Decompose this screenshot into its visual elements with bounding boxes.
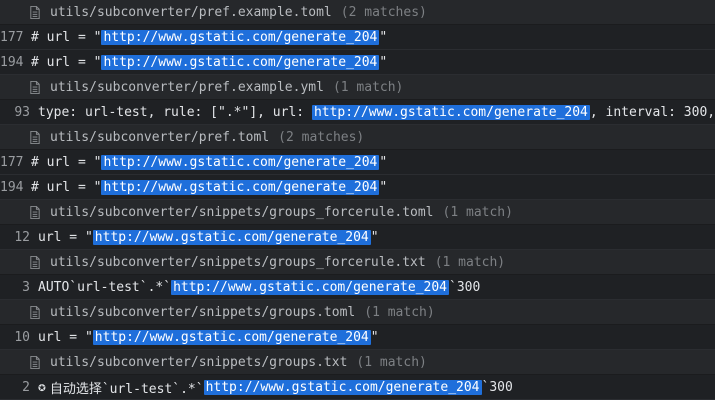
match-line[interactable]: 3 AUTO`url-test`.*` http://www.gstatic.com… — [0, 275, 715, 300]
line-text: `300 — [481, 379, 513, 395]
match-line[interactable]: 12 url = " http://www.gstatic.com/generate… — [0, 225, 715, 250]
match-line[interactable]: 177 # url = " http://www.gstatic.com/gener… — [0, 150, 715, 175]
line-number: 177 — [0, 29, 24, 45]
file-icon — [30, 205, 40, 219]
line-number: 177 — [0, 154, 24, 170]
line-number: 3 — [22, 279, 30, 295]
match-line[interactable]: 194 # url = " http://www.gstatic.com/gener… — [0, 50, 715, 75]
file-icon — [30, 355, 40, 369]
file-icon — [30, 305, 40, 319]
match-count: (2 matches) — [340, 4, 427, 20]
file-icon — [30, 130, 40, 144]
line-text: " — [379, 179, 388, 195]
file-path: utils/subconverter/snippets/groups_force… — [50, 254, 426, 270]
match-highlight: http://www.gstatic.com/generate_204 — [92, 329, 371, 345]
file-result-header[interactable]: utils/subconverter/snippets/groups_force… — [0, 200, 715, 225]
line-text: AUTO`url-test`.*` — [38, 279, 172, 295]
match-count: (1 match) — [332, 79, 404, 95]
match-highlight: http://www.gstatic.com/generate_204 — [101, 29, 380, 45]
line-number: 10 — [14, 329, 30, 345]
file-icon — [30, 80, 40, 94]
match-count: (1 match) — [364, 304, 435, 320]
line-text: # url = " — [31, 154, 102, 170]
line-text: " — [379, 154, 388, 170]
match-highlight: http://www.gstatic.com/generate_204 — [101, 54, 380, 70]
file-result-header[interactable]: utils/subconverter/pref.toml (2 matches) — [0, 125, 715, 150]
match-highlight: http://www.gstatic.com/generate_204 — [101, 179, 380, 195]
line-text: url = " — [38, 329, 93, 345]
line-text: " — [379, 29, 388, 45]
match-highlight: http://www.gstatic.com/generate_204 — [311, 104, 590, 120]
file-result-header[interactable]: utils/subconverter/pref.example.yml (1 ma… — [0, 75, 715, 100]
line-text: " — [370, 329, 379, 345]
match-count: (1 match) — [442, 204, 513, 220]
file-path: utils/subconverter/snippets/groups_force… — [50, 204, 434, 220]
match-count: (1 match) — [434, 254, 506, 270]
line-text: 自动选择`url-test`.*` — [49, 381, 204, 397]
line-text: `300 — [449, 279, 481, 295]
line-text: # url = " — [31, 29, 102, 45]
line-text: " — [370, 229, 379, 245]
line-number: 2 — [22, 379, 30, 395]
match-line[interactable]: 2 ✪ 自动选择`url-test`.*` http://www.gstatic.co… — [0, 375, 715, 400]
file-result-header[interactable]: utils/subconverter/snippets/groups_force… — [0, 250, 715, 275]
file-path: utils/subconverter/snippets/groups.toml — [50, 304, 356, 320]
line-text: type: url-test, rule: [".*"], url: — [38, 104, 312, 120]
line-text: , interval: 300, tole — [589, 104, 715, 120]
match-highlight: http://www.gstatic.com/generate_204 — [203, 379, 482, 395]
line-number: 194 — [0, 179, 24, 195]
line-number: 194 — [0, 54, 24, 70]
match-count: (1 match) — [356, 354, 427, 370]
file-path: utils/subconverter/pref.example.toml — [50, 4, 332, 20]
file-result-header[interactable]: utils/subconverter/snippets/groups.txt (1… — [0, 350, 715, 375]
file-icon — [30, 5, 40, 19]
match-line[interactable]: 177 # url = " http://www.gstatic.com/gener… — [0, 25, 715, 50]
match-line[interactable]: 93 type: url-test, rule: [".*"], url: htt… — [0, 100, 715, 125]
match-line[interactable]: 10 url = " http://www.gstatic.com/generate… — [0, 325, 715, 350]
file-path: utils/subconverter/pref.toml — [50, 129, 270, 145]
file-result-header[interactable]: utils/subconverter/pref.example.toml (2 m… — [0, 0, 715, 25]
search-results-list: utils/subconverter/pref.example.toml (2 m… — [0, 0, 715, 400]
match-line[interactable]: 194 # url = " http://www.gstatic.com/gener… — [0, 175, 715, 200]
gear-icon: ✪ — [38, 379, 46, 395]
file-path: utils/subconverter/snippets/groups.txt — [50, 354, 348, 370]
match-highlight: http://www.gstatic.com/generate_204 — [92, 229, 371, 245]
line-number: 93 — [14, 104, 30, 120]
match-count: (2 matches) — [278, 129, 365, 145]
match-highlight: http://www.gstatic.com/generate_204 — [101, 154, 380, 170]
line-text: # url = " — [31, 179, 102, 195]
match-highlight: http://www.gstatic.com/generate_204 — [171, 279, 449, 295]
line-number: 12 — [14, 229, 30, 245]
file-result-header[interactable]: utils/subconverter/snippets/groups.toml (… — [0, 300, 715, 325]
line-text: # url = " — [31, 54, 102, 70]
file-icon — [30, 255, 40, 269]
line-text: url = " — [38, 229, 93, 245]
line-text: " — [379, 54, 388, 70]
file-path: utils/subconverter/pref.example.yml — [50, 79, 324, 95]
